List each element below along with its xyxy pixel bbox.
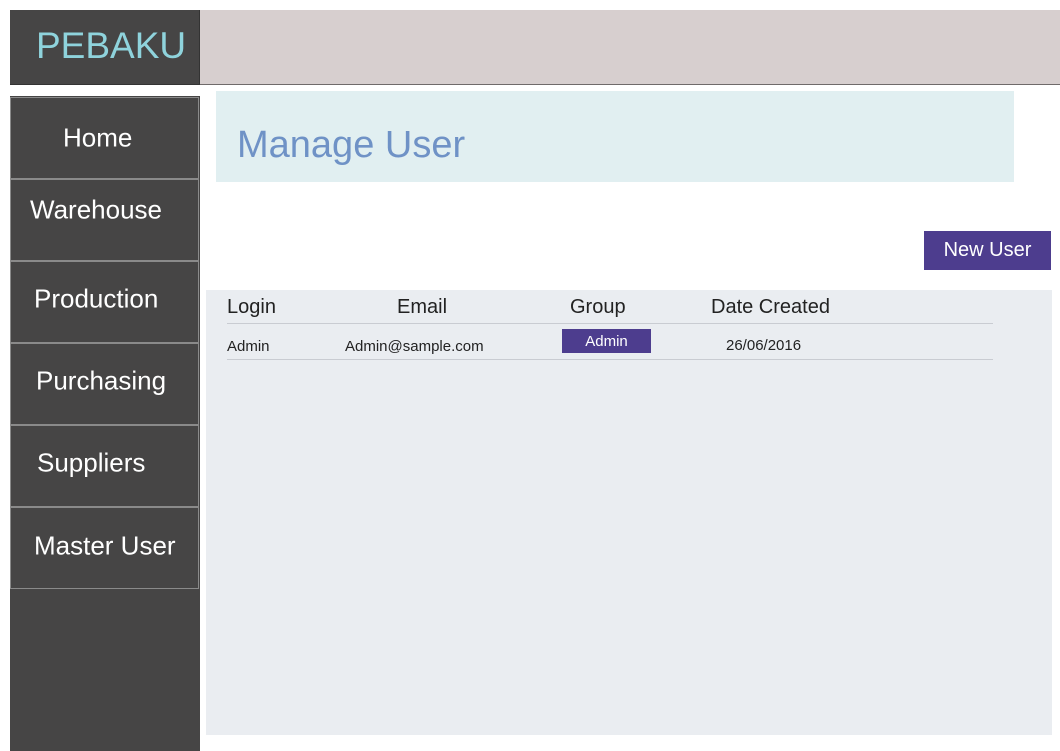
app-logo-text: PEBAKU [36,25,187,66]
sidebar-item-purchasing[interactable]: Purchasing [10,343,199,425]
cell-email: Admin@sample.com [345,338,484,355]
page-title-box: Manage User [216,91,1014,182]
column-header-group: Group [570,296,626,318]
top-header-bar [200,10,1060,85]
cell-date-created: 26/06/2016 [726,337,802,354]
sidebar-item-label: Production [34,283,159,314]
page-title: Manage User [237,124,466,166]
sidebar-item-label: Master User [34,530,176,561]
cell-login: Admin [227,338,270,355]
sidebar-item-label: Purchasing [36,365,167,396]
users-table-panel: Login Email Group Date Created Admin Adm… [206,290,1052,735]
sidebar-item-label: Suppliers [37,447,146,478]
column-header-login: Login [227,296,276,318]
sidebar: Home Warehouse Production Purchasing Sup… [10,96,200,751]
group-badge: Admin [562,329,651,353]
column-header-email: Email [397,296,448,318]
sidebar-item-label: Home [63,122,133,153]
sidebar-item-label: Warehouse [30,194,162,225]
row-divider [227,359,993,360]
header-divider [227,323,993,324]
column-header-date-created: Date Created [711,296,830,318]
sidebar-item-production[interactable]: Production [10,261,199,343]
brand-block: PEBAKU [10,10,200,85]
new-user-button[interactable]: New User [924,231,1051,270]
sidebar-item-warehouse[interactable]: Warehouse [10,179,199,261]
sidebar-item-master-user[interactable]: Master User [10,507,199,589]
sidebar-item-home[interactable]: Home [10,97,199,179]
sidebar-item-suppliers[interactable]: Suppliers [10,425,199,507]
